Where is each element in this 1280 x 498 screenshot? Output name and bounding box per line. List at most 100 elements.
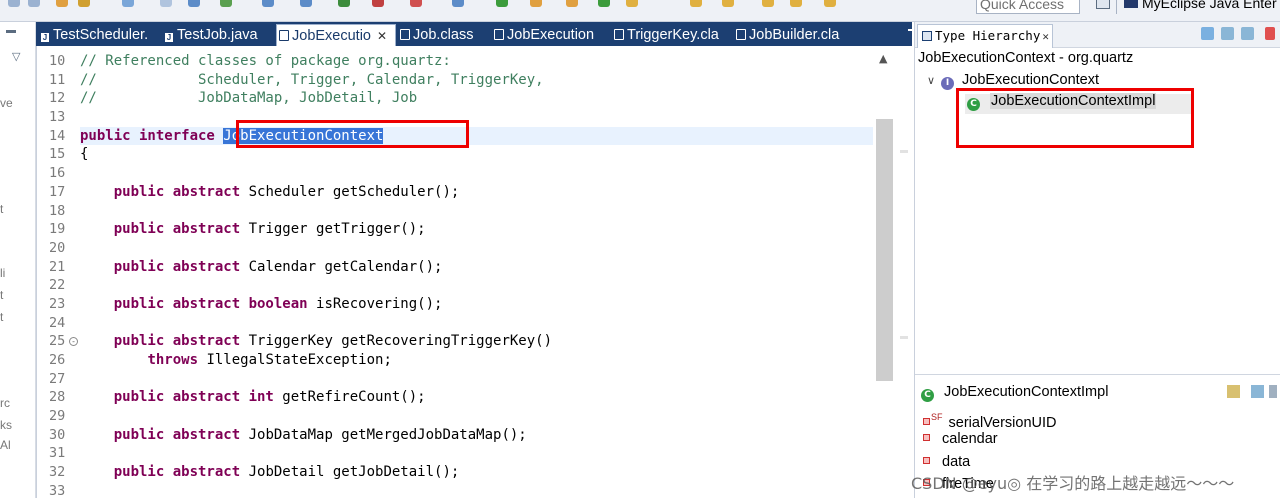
show-inherited-members-icon[interactable] <box>1251 385 1264 398</box>
comment: // Scheduler, Trigger, Calendar, Trigger… <box>80 71 544 88</box>
overview-ruler <box>897 46 913 498</box>
toolbar-tool-icon[interactable] <box>338 0 350 7</box>
tab-job-class[interactable]: Job.class <box>398 24 473 46</box>
toolbar-tool-icon[interactable] <box>598 0 610 7</box>
toolbar-tool-icon[interactable] <box>566 0 578 7</box>
java-file-icon: J <box>40 32 50 43</box>
code-editor[interactable]: 10 11 12 13 14 15 16 17 18 19 20 21 22 2… <box>36 46 913 498</box>
tab-close-icon[interactable]: ✕ <box>377 29 387 43</box>
class-file-icon <box>400 29 410 40</box>
tab-jobexecutioncontext[interactable]: JobExecutio ✕ <box>276 24 396 47</box>
toolbar-tool-icon[interactable] <box>160 0 172 7</box>
toolbar-tool-icon[interactable] <box>78 0 90 7</box>
member-label: calendar <box>942 431 998 447</box>
line-number: 18 <box>49 202 66 219</box>
perspective-button[interactable]: MyEclipse Java Enter <box>1122 0 1280 14</box>
code-line: { <box>80 146 89 163</box>
keyword: public abstract <box>113 183 241 200</box>
tab-testscheduler[interactable]: J TestScheduler. <box>38 24 148 46</box>
line-number: 32 <box>49 464 66 481</box>
show-type-hierarchy-icon[interactable] <box>1201 27 1214 40</box>
keyword: public interface <box>80 127 215 144</box>
toolbar-tool-icon[interactable] <box>372 0 384 7</box>
toolbar-tool-icon[interactable] <box>452 0 464 7</box>
members-menu-icon[interactable] <box>1269 385 1277 398</box>
scroll-up-arrow-icon[interactable]: ▲ <box>879 52 887 65</box>
member-field[interactable]: SF serialVersionUID <box>923 406 1057 431</box>
show-supertype-hierarchy-icon[interactable] <box>1221 27 1234 40</box>
tab-testjob[interactable]: J TestJob.java <box>162 24 258 46</box>
tab-jobexecution[interactable]: JobExecution <box>492 24 594 46</box>
toolbar-tool-icon[interactable] <box>722 0 734 7</box>
toolbar-tool-icon[interactable] <box>262 0 274 7</box>
code-line: public abstract Calendar getCalendar(); <box>80 258 873 277</box>
view-menu-chevron-icon[interactable]: ▽ <box>12 50 20 63</box>
show-subtype-hierarchy-icon[interactable] <box>1241 27 1254 40</box>
keyword: public abstract boolean <box>113 295 308 312</box>
toolbar-tool-icon[interactable] <box>626 0 638 7</box>
tab-type-hierarchy[interactable]: Type Hierarchy ✕ <box>917 24 1053 48</box>
tree-item-root[interactable]: ∨ I JobExecutionContext <box>927 70 1099 90</box>
line-number: 15 <box>49 146 66 163</box>
code-line: // JobDataMap, JobDetail, Job <box>80 89 873 108</box>
code-line: // Scheduler, Trigger, Calendar, Trigger… <box>80 71 873 90</box>
code-text-area[interactable]: // Referenced classes of package org.qua… <box>80 52 873 498</box>
keyword: throws <box>147 352 199 368</box>
code-line: public abstract JobDetail getJobDetail()… <box>80 463 873 482</box>
highlight-box-interface-name <box>236 120 469 148</box>
view-menu-icon[interactable] <box>1265 27 1275 40</box>
lock-view-icon[interactable] <box>1227 385 1240 398</box>
tab-triggerkey[interactable]: TriggerKey.cla <box>612 24 719 46</box>
tab-jobbuilder[interactable]: JobBuilder.cla <box>734 24 839 46</box>
line-number: 24 <box>49 314 66 331</box>
view-tab-bar: Type Hierarchy ✕ <box>915 22 1280 48</box>
toolbar-tool-icon[interactable] <box>56 0 68 7</box>
toolbar-run-icon[interactable] <box>496 0 508 7</box>
toolbar-tool-icon[interactable] <box>220 0 232 7</box>
quick-access-input[interactable]: Quick Access <box>976 0 1080 14</box>
toolbar-tool-icon[interactable] <box>122 0 134 7</box>
hierarchy-icon <box>922 31 932 41</box>
tab-label: TriggerKey.cla <box>627 27 719 43</box>
toolbar-nav-back-icon[interactable] <box>762 0 774 7</box>
code-text: Calendar getCalendar(); <box>240 258 443 275</box>
restore-view-icon[interactable] <box>6 30 16 33</box>
toolbar-forward-icon[interactable] <box>28 0 40 7</box>
left-minimized-view: ▽ ve t li t t rc ks Al <box>0 22 36 498</box>
toolbar-nav-icon[interactable] <box>824 0 836 7</box>
toolbar-tool-icon[interactable] <box>300 0 312 7</box>
code-text: Scheduler getScheduler(); <box>240 183 460 200</box>
tab-label: JobExecution <box>507 27 595 43</box>
line-number-gutter: 10 11 12 13 14 15 16 17 18 19 20 21 22 2… <box>49 52 79 498</box>
type-hierarchy-view: Type Hierarchy ✕ JobExecutionContext - or… <box>914 22 1280 498</box>
members-header-label: JobExecutionContextImpl <box>944 384 1109 400</box>
expand-chevron-icon[interactable]: ∨ <box>927 71 941 91</box>
view-close-icon[interactable]: ✕ <box>1042 30 1049 43</box>
toolbar-tool-icon[interactable] <box>188 0 200 7</box>
line-number: 13 <box>49 109 66 126</box>
toolbar-tool-icon[interactable] <box>410 0 422 7</box>
member-field[interactable]: calendar <box>923 428 998 450</box>
main-toolbar: Quick Access MyEclipse Java Enter <box>0 0 1280 22</box>
toolbar-back-icon[interactable] <box>8 0 20 7</box>
open-perspective-icon[interactable] <box>1096 0 1110 9</box>
toolbar-nav-forward-icon[interactable] <box>790 0 802 7</box>
class-file-icon <box>494 29 504 40</box>
line-number: 31 <box>49 445 66 462</box>
code-text: IllegalStateException; <box>198 352 392 368</box>
line-number: 22 <box>49 277 66 294</box>
line-number: 26 <box>49 352 66 368</box>
toolbar-tool-icon[interactable] <box>530 0 542 7</box>
scrollbar-thumb[interactable] <box>876 119 893 381</box>
class-file-icon <box>279 30 289 41</box>
interface-icon: I <box>941 77 954 90</box>
toolbar-tool-icon[interactable] <box>690 0 702 7</box>
rail-text-fragment: rc <box>0 396 10 410</box>
java-file-icon: J <box>164 32 174 43</box>
fold-toggle-icon[interactable]: - <box>69 337 78 347</box>
editor-vertical-scrollbar[interactable]: ▲ <box>875 46 895 498</box>
